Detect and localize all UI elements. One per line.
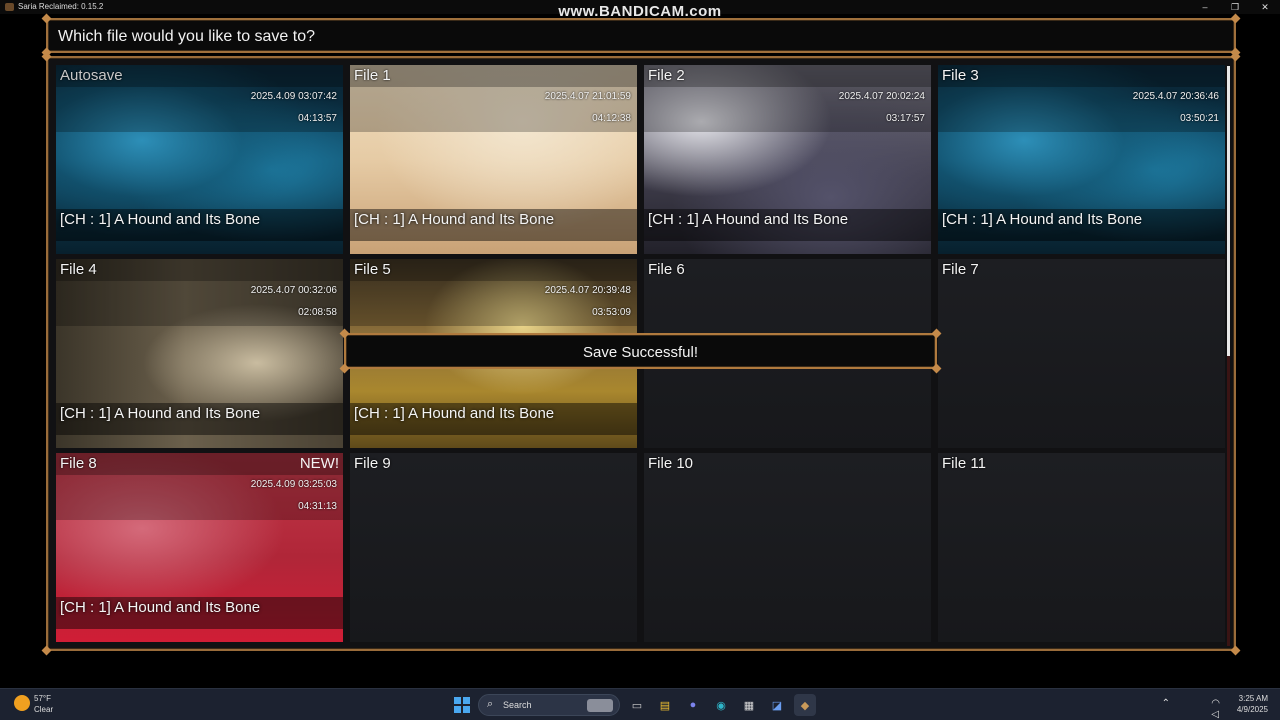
save-slot[interactable]: File 11 bbox=[938, 453, 1225, 642]
save-slot[interactable]: File 8 NEW! 2025.4.09 03:25:03 04:31:13 [CH … bbox=[56, 453, 343, 642]
slot-name: File 7 bbox=[942, 261, 979, 278]
slot-date: 2025.4.09 03:07:42 bbox=[250, 91, 337, 102]
slot-playtime: 02:08:58 bbox=[298, 307, 337, 318]
slot-date: 2025.4.07 20:36:46 bbox=[1132, 91, 1219, 102]
frame-corner-ornament bbox=[1230, 645, 1241, 656]
search-label: Search bbox=[503, 700, 532, 710]
slot-name: File 11 bbox=[942, 455, 986, 472]
slot-chapter: [CH : 1] A Hound and Its Bone bbox=[942, 211, 1143, 228]
search-icon: ⌕ bbox=[487, 698, 494, 710]
slot-playtime: 04:31:13 bbox=[298, 501, 337, 512]
game-icon[interactable]: ◆ bbox=[794, 694, 816, 716]
slot-name: File 5 bbox=[354, 261, 391, 278]
slot-chapter: [CH : 1] A Hound and Its Bone bbox=[648, 211, 849, 228]
task-view-icon[interactable]: ▭ bbox=[626, 694, 648, 716]
slot-name: File 2 bbox=[648, 67, 685, 84]
slot-date: 2025.4.07 20:39:48 bbox=[544, 285, 631, 296]
clock-date[interactable]: 4/9/2025 bbox=[1228, 705, 1268, 714]
slot-name: File 3 bbox=[942, 67, 979, 84]
slot-playtime: 03:50:21 bbox=[1180, 113, 1219, 124]
slot-chapter: [CH : 1] A Hound and Its Bone bbox=[60, 405, 261, 422]
show-hidden-icons-button[interactable]: ⌃ bbox=[1162, 698, 1170, 709]
taskbar: 57°F Clear ⌕ Search ▭ ▤ ● ◉ ▦ ◪ ◆ ⌃ ◠ ◁ ▯ 3:25… bbox=[0, 688, 1280, 720]
store-icon[interactable]: ▦ bbox=[738, 694, 760, 716]
slot-playtime: 04:12:38 bbox=[592, 113, 631, 124]
slot-chapter: [CH : 1] A Hound and Its Bone bbox=[60, 599, 261, 616]
weather-moon-icon[interactable] bbox=[14, 695, 30, 711]
slot-chapter: [CH : 1] A Hound and Its Bone bbox=[60, 211, 261, 228]
save-slot[interactable]: File 1 2025.4.07 21:01:59 04:12:38 [CH : 1]… bbox=[350, 65, 637, 254]
save-slot[interactable]: File 7 bbox=[938, 259, 1225, 448]
slot-chapter: [CH : 1] A Hound and Its Bone bbox=[354, 211, 555, 228]
slot-date: 2025.4.07 20:02:24 bbox=[838, 91, 925, 102]
slot-playtime: 03:17:57 bbox=[886, 113, 925, 124]
slot-scrollbar[interactable] bbox=[1227, 66, 1230, 646]
frame-corner-ornament bbox=[41, 645, 52, 656]
save-slot[interactable]: Autosave 2025.4.09 03:07:42 04:13:57 [CH : … bbox=[56, 65, 343, 254]
save-prompt-bar: Which file would you like to save to? bbox=[41, 13, 1241, 58]
new-badge: NEW! bbox=[299, 455, 339, 472]
save-success-toast: Save Successful! bbox=[339, 328, 942, 374]
teams-icon[interactable]: ● bbox=[682, 694, 704, 716]
slot-date: 2025.4.07 21:01:59 bbox=[544, 91, 631, 102]
save-slot[interactable]: File 4 2025.4.07 00:32:06 02:08:58 [CH : 1]… bbox=[56, 259, 343, 448]
clock-time[interactable]: 3:25 AM bbox=[1228, 694, 1268, 703]
save-slot[interactable]: File 10 bbox=[644, 453, 931, 642]
windows-logo-icon bbox=[454, 697, 461, 704]
slot-chapter: [CH : 1] A Hound and Its Bone bbox=[354, 405, 555, 422]
slot-name: File 8 bbox=[60, 455, 97, 472]
weather-temperature[interactable]: 57°F bbox=[34, 694, 51, 703]
slot-date: 2025.4.09 03:25:03 bbox=[250, 479, 337, 490]
taskbar-search[interactable]: ⌕ Search bbox=[478, 694, 620, 716]
prompt-text: Which file would you like to save to? bbox=[58, 28, 316, 45]
start-button[interactable] bbox=[452, 695, 472, 715]
slot-playtime: 03:53:09 bbox=[592, 307, 631, 318]
slot-name: File 9 bbox=[354, 455, 391, 472]
file-explorer-icon[interactable]: ▤ bbox=[654, 694, 676, 716]
search-highlight-image bbox=[587, 699, 613, 712]
toast-text: Save Successful! bbox=[582, 344, 699, 361]
slot-playtime: 04:13:57 bbox=[298, 113, 337, 124]
slot-name: Autosave bbox=[60, 67, 123, 84]
save-slot[interactable]: File 9 bbox=[350, 453, 637, 642]
slot-name: File 6 bbox=[648, 261, 685, 278]
edge-icon[interactable]: ◉ bbox=[710, 694, 732, 716]
save-slot[interactable]: File 3 2025.4.07 20:36:46 03:50:21 [CH : 1]… bbox=[938, 65, 1225, 254]
slot-date: 2025.4.07 00:32:06 bbox=[250, 285, 337, 296]
visual-studio-icon[interactable]: ◪ bbox=[766, 694, 788, 716]
scrollbar-thumb[interactable] bbox=[1227, 66, 1230, 356]
save-slot[interactable]: File 2 2025.4.07 20:02:24 03:17:57 [CH : 1]… bbox=[644, 65, 931, 254]
slot-name: File 4 bbox=[60, 261, 97, 278]
slot-name: File 10 bbox=[648, 455, 694, 472]
taskbar-apps: ⌕ Search ▭ ▤ ● ◉ ▦ ◪ ◆ bbox=[452, 693, 816, 717]
network-volume-battery-icons[interactable]: ◠ ◁ ▯ bbox=[1211, 698, 1224, 720]
slot-name: File 1 bbox=[354, 67, 391, 84]
weather-condition[interactable]: Clear bbox=[34, 705, 53, 714]
